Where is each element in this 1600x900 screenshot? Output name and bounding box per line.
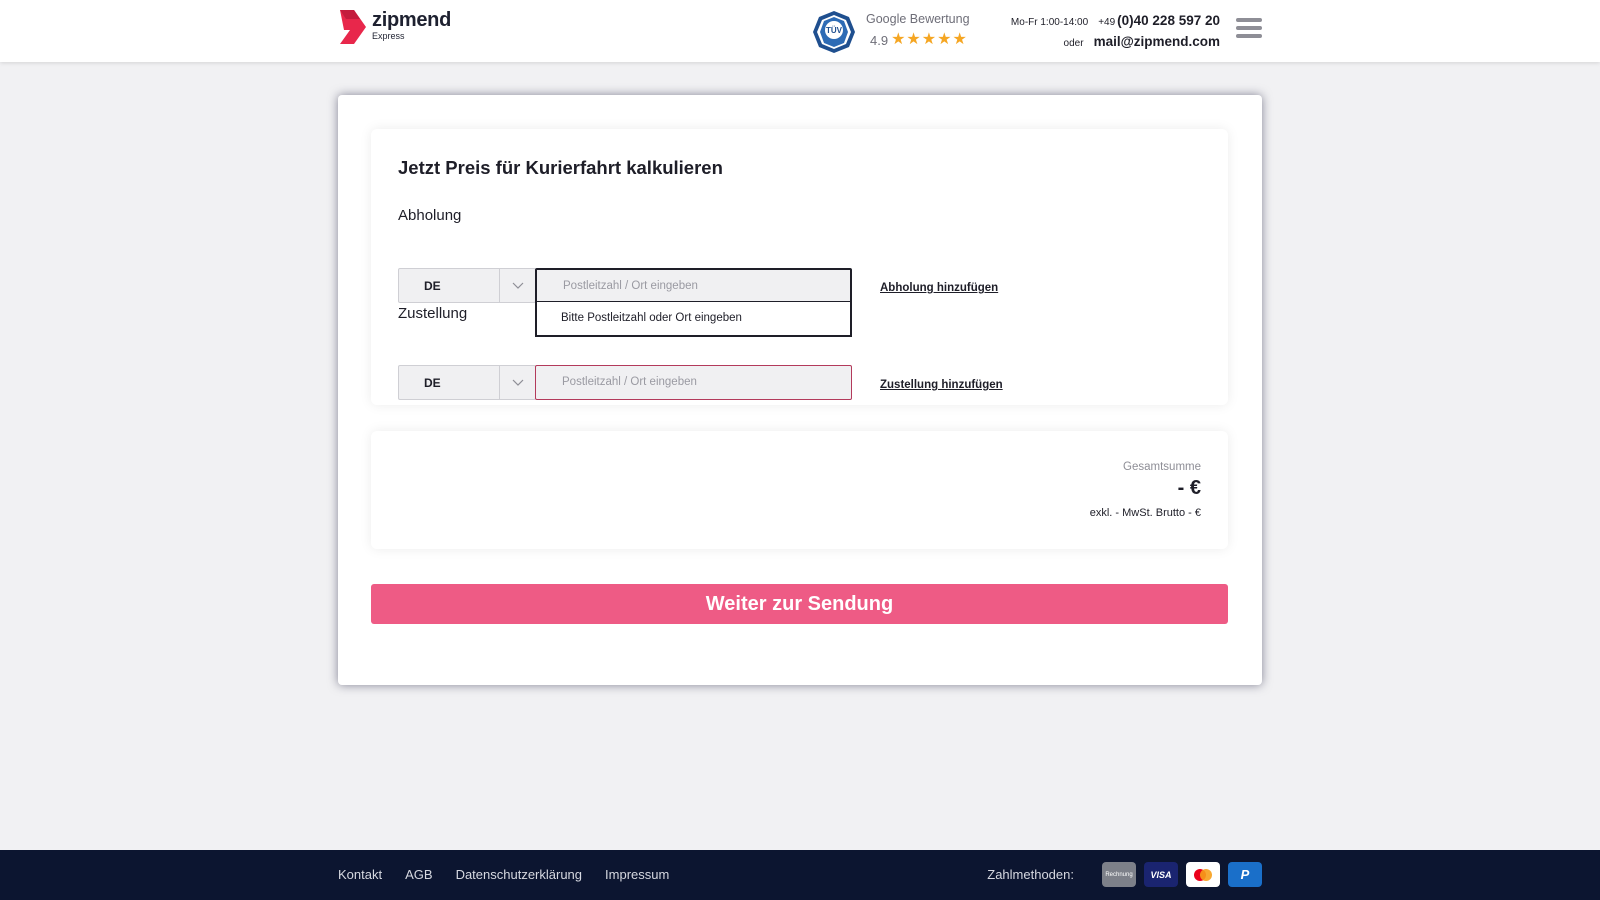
total-label: Gesamtsumme <box>1123 461 1201 473</box>
star-icon: ★ <box>937 31 952 48</box>
site-footer: Kontakt AGB Datenschutzerklärung Impress… <box>0 850 1600 900</box>
opening-hours: Mo-Fr 1:00-14:00 <box>1010 17 1089 28</box>
footer-link-datenschutz[interactable]: Datenschutzerklärung <box>456 867 582 882</box>
chevron-down-icon <box>512 282 524 289</box>
footer-links: Kontakt AGB Datenschutzerklärung Impress… <box>338 867 692 882</box>
tuv-badge-icon: TÜV <box>813 11 855 53</box>
footer-link-kontakt[interactable]: Kontakt <box>338 867 382 882</box>
autocomplete-hint: Bitte Postleitzahl oder Ort eingeben <box>561 312 742 324</box>
footer-link-impressum[interactable]: Impressum <box>605 867 669 882</box>
google-rating[interactable]: Google Bewertung 4.9 ★ ★ ★ ★ ★ <box>866 12 970 48</box>
payment-methods: Zahlmethoden: Rechnung VISA P <box>987 862 1262 887</box>
delivery-zip-input[interactable]: Postleitzahl / Ort eingeben <box>535 365 852 400</box>
visa-payment-icon: VISA <box>1144 862 1178 887</box>
add-delivery-link[interactable]: Zustellung hinzufügen <box>880 379 1003 391</box>
pickup-country-select[interactable]: DE <box>398 268 536 303</box>
rating-label: Google Bewertung <box>866 12 970 26</box>
delivery-country-select[interactable]: DE <box>398 365 536 400</box>
total-value: - € <box>1177 477 1201 499</box>
mastercard-payment-icon <box>1186 862 1220 887</box>
star-icon: ★ <box>906 31 921 48</box>
tuv-text: TÜV <box>826 26 843 35</box>
rating-score: 4.9 <box>870 32 889 48</box>
total-breakdown: exkl. - MwSt. Brutto - € <box>1089 507 1201 519</box>
page-title: Jetzt Preis für Kurierfahrt kalkulieren <box>398 157 723 178</box>
star-icon: ★ <box>952 31 967 48</box>
invoice-payment-icon: Rechnung <box>1102 862 1136 887</box>
phone-link[interactable]: (0)40 228 597 20 <box>1117 13 1220 28</box>
paypal-payment-icon: P <box>1228 862 1262 887</box>
payment-label: Zahlmethoden: <box>987 867 1074 882</box>
hamburger-menu-icon[interactable] <box>1236 18 1262 40</box>
calculator-card: Jetzt Preis für Kurierfahrt kalkulieren … <box>338 95 1262 685</box>
email-link[interactable]: mail@zipmend.com <box>1094 34 1220 49</box>
pickup-country-value: DE <box>424 279 441 293</box>
pickup-zip-placeholder: Postleitzahl / Ort eingeben <box>563 280 698 292</box>
chevron-down-icon <box>512 379 524 386</box>
route-panel: Jetzt Preis für Kurierfahrt kalkulieren … <box>371 129 1228 405</box>
add-pickup-link[interactable]: Abholung hinzufügen <box>880 282 998 294</box>
pickup-label: Abholung <box>398 207 462 224</box>
star-icon: ★ <box>921 31 937 48</box>
continue-button[interactable]: Weiter zur Sendung <box>371 584 1228 624</box>
phone-prefix: +49 <box>1098 17 1116 28</box>
pickup-autocomplete-dropdown: Bitte Postleitzahl oder Ort eingeben <box>535 301 852 337</box>
zipmend-logo[interactable]: zipmend Express <box>338 10 451 44</box>
star-icon: ★ <box>891 31 906 48</box>
price-summary-panel: Gesamtsumme - € exkl. - MwSt. Brutto - € <box>371 431 1228 549</box>
delivery-label: Zustellung <box>398 305 468 322</box>
footer-link-agb[interactable]: AGB <box>405 867 432 882</box>
pickup-zip-input[interactable]: Postleitzahl / Ort eingeben <box>535 268 852 303</box>
logo-name: zipmend <box>372 9 452 31</box>
zipmend-logo-icon <box>340 10 366 44</box>
oder-label: oder <box>1063 38 1084 49</box>
logo-subtitle: Express <box>372 31 405 41</box>
site-header: zipmend Express TÜV Google Bewertung 4.9… <box>0 0 1600 62</box>
contact-info: Mo-Fr 1:00-14:00 +49 (0)40 228 597 20 od… <box>1011 13 1220 49</box>
delivery-zip-placeholder: Postleitzahl / Ort eingeben <box>562 376 697 388</box>
delivery-country-value: DE <box>424 376 441 390</box>
